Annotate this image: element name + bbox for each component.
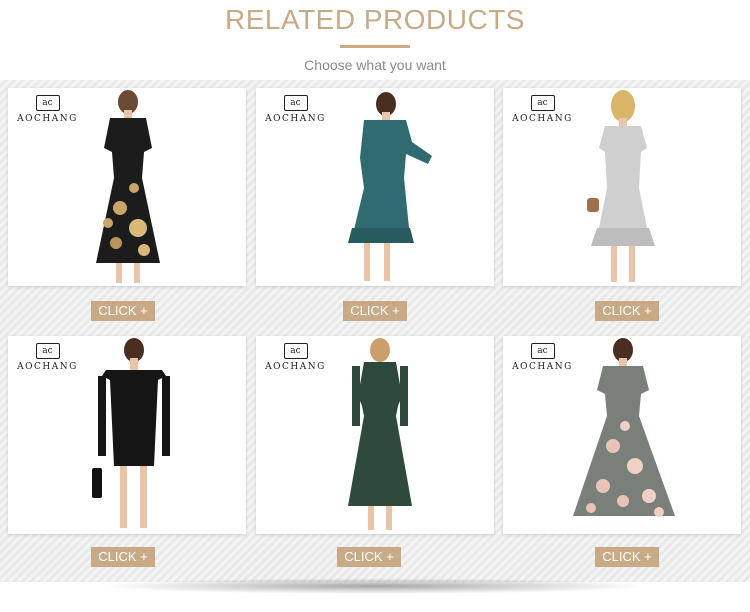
brand-mark: ac	[35, 95, 60, 111]
click-button-5[interactable]: CLICK +	[337, 547, 401, 567]
title-underline	[340, 45, 410, 48]
brand-mark: ac	[283, 343, 308, 359]
click-button-4[interactable]: CLICK +	[91, 547, 155, 567]
product-image-black-off-shoulder-dress[interactable]	[68, 336, 188, 534]
click-button-1[interactable]: CLICK +	[91, 301, 155, 321]
product-image-speckled-ruffle-dress[interactable]	[563, 88, 683, 286]
click-button-2[interactable]: CLICK +	[343, 301, 407, 321]
product-image-floral-wrap-dress[interactable]	[68, 88, 188, 286]
brand-mark: ac	[530, 343, 555, 359]
product-card-6[interactable]: ac AOCHANG	[503, 336, 741, 534]
page-title: RELATED PRODUCTS	[225, 4, 525, 35]
brand-mark: ac	[35, 343, 60, 359]
product-card-2[interactable]: ac AOCHANG	[256, 88, 494, 286]
product-image-gray-floral-maxi-dress[interactable]	[563, 336, 683, 534]
click-button-3[interactable]: CLICK +	[595, 301, 659, 321]
page-subtitle: Choose what you want	[304, 57, 446, 73]
product-card-5[interactable]: ac AOCHANG	[256, 336, 494, 534]
product-image-green-glitter-midi-dress[interactable]	[316, 336, 436, 534]
brand-mark: ac	[530, 95, 555, 111]
header: RELATED PRODUCTS Choose what you want	[0, 0, 750, 80]
product-card-3[interactable]: ac AOCHANG	[503, 88, 741, 286]
brand-mark: ac	[283, 95, 308, 111]
click-button-6[interactable]: CLICK +	[595, 547, 659, 567]
panel-shadow	[100, 578, 650, 594]
product-card-4[interactable]: ac AOCHANG	[8, 336, 246, 534]
product-image-teal-satin-wrap-dress[interactable]	[316, 88, 436, 286]
product-card-1[interactable]: ac AOCHANG	[8, 88, 246, 286]
